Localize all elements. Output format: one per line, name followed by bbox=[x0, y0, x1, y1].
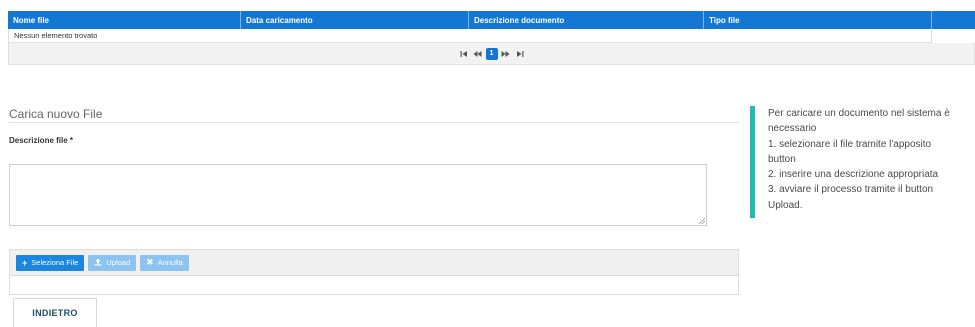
description-textarea[interactable] bbox=[9, 164, 707, 226]
upload-button[interactable]: Upload bbox=[88, 254, 137, 271]
next-page-icon[interactable] bbox=[500, 48, 512, 60]
column-header-descrizione[interactable]: Descrizione documento bbox=[469, 11, 704, 29]
section-divider bbox=[9, 122, 739, 123]
instructions-line: necessario bbox=[768, 123, 817, 135]
table-header: Nome file Data caricamento Descrizione d… bbox=[8, 11, 975, 29]
prev-page-icon[interactable] bbox=[472, 48, 484, 60]
upload-icon bbox=[94, 258, 102, 268]
cancel-upload-button[interactable]: ✖ Annulla bbox=[140, 254, 189, 271]
documents-table: Nome file Data caricamento Descrizione d… bbox=[8, 11, 975, 65]
column-header-actions bbox=[932, 11, 975, 29]
last-page-icon[interactable] bbox=[514, 48, 526, 60]
column-header-data-caricamento[interactable]: Data caricamento bbox=[241, 11, 469, 29]
description-label: Descrizione file * bbox=[9, 136, 74, 145]
select-file-label: Seleziona File bbox=[31, 258, 79, 267]
pagination: 1 bbox=[8, 43, 975, 65]
instructions-line: 3. avviare il processo tramite il button bbox=[768, 184, 934, 196]
empty-row-message: Nessun elemento trovato bbox=[8, 29, 932, 43]
close-icon: ✖ bbox=[146, 257, 154, 267]
column-header-tipo-file[interactable]: Tipo file bbox=[704, 11, 932, 29]
first-page-icon[interactable] bbox=[458, 48, 470, 60]
instructions-line: 1. selezionare il file tramite l'apposit… bbox=[768, 138, 932, 150]
upload-label: Upload bbox=[106, 258, 131, 267]
instructions-panel: Per caricare un documento nel sistema è … bbox=[750, 106, 975, 218]
column-header-nome-file[interactable]: Nome file bbox=[8, 11, 241, 29]
section-title: Carica nuovo File bbox=[9, 107, 103, 121]
cancel-label: Annulla bbox=[157, 258, 183, 267]
instructions-line: 2. inserire una descrizione appropriata bbox=[768, 169, 939, 181]
instructions-line: Per caricare un documento nel sistema è bbox=[768, 108, 950, 119]
resize-handle-icon[interactable] bbox=[698, 217, 705, 224]
back-button[interactable]: INDIETRO bbox=[13, 298, 97, 327]
plus-icon: + bbox=[22, 257, 28, 268]
instructions-line: Upload. bbox=[768, 199, 803, 211]
upload-file-list bbox=[9, 276, 739, 295]
page-number-current[interactable]: 1 bbox=[485, 47, 498, 60]
instructions-line: button bbox=[768, 153, 796, 165]
select-file-button[interactable]: + Seleziona File bbox=[16, 254, 85, 271]
upload-toolbar: + Seleziona File Upload ✖ Annulla bbox=[9, 249, 739, 276]
